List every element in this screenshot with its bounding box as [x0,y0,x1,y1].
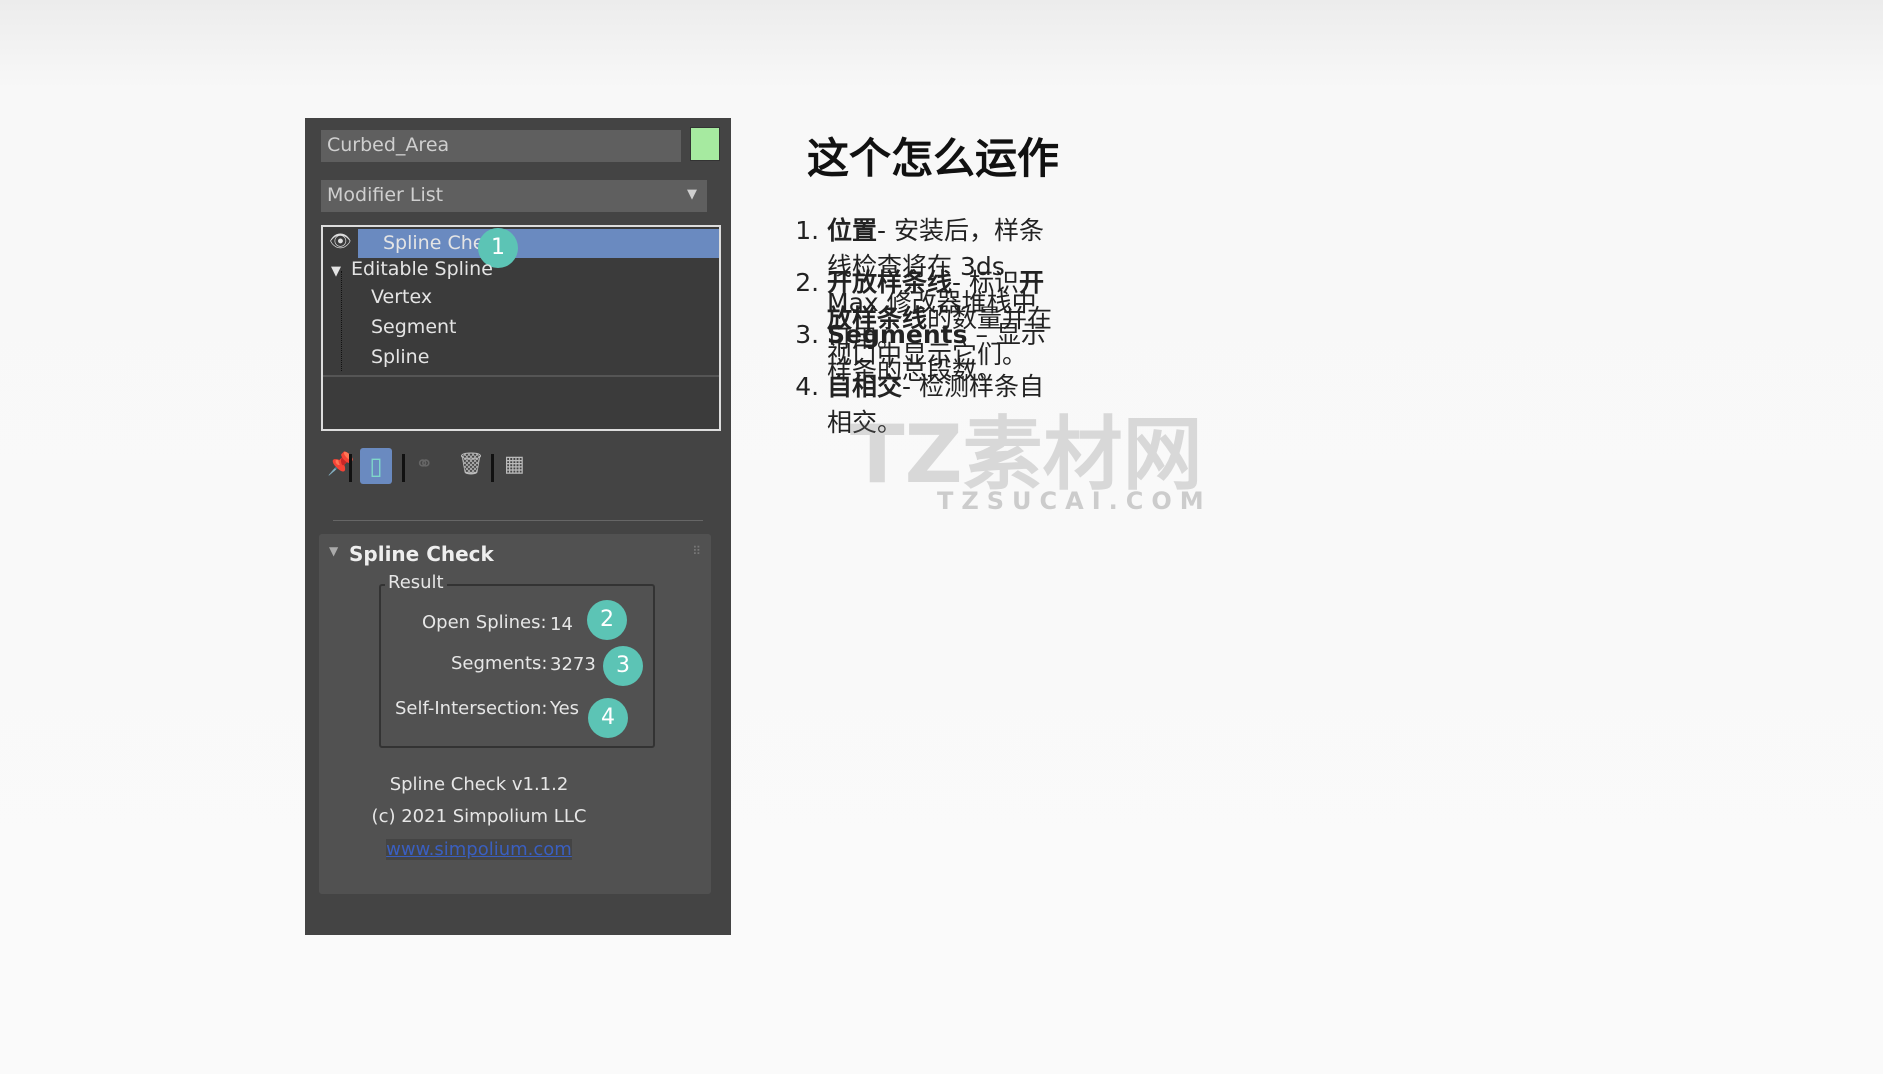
separator [491,454,494,482]
trash-icon[interactable]: 🗑 [457,452,485,477]
list-item: 位置- 安装后，样条线检查将在 3ds Max 修改器堆栈中可用。 [827,211,1059,353]
modifier-stack: 👁 Spline Check 1 ▼ Editable Spline Vertex… [321,225,721,431]
object-name-input[interactable]: Curbed_Area [321,130,681,162]
collapse-triangle-icon[interactable]: ▼ [329,544,338,558]
callout-badge: 4 [588,698,628,738]
divider [323,375,719,377]
drag-handle-icon[interactable]: ⠿ [692,544,701,558]
tree-lines [341,271,354,371]
callout-badge: 3 [603,646,643,686]
website-link[interactable]: www.simpolium.com [386,839,572,860]
stack-toolbar: 📌 ▯ ⚭ 🗑 ▦ [321,448,721,488]
configure-modifier-sets-icon[interactable]: ▦ [504,452,525,477]
segments-value: 3273 [550,654,596,675]
feature-list: 位置- 安装后，样条线检查将在 3ds Max 修改器堆栈中可用。 开放样条线-… [777,211,1059,437]
list-item: 开放样条线- 标识开放样条线的数量并在视口中显示它们。 [827,263,1059,369]
eye-icon[interactable]: 👁 [329,231,352,252]
self-intersection-label: Self-Intersection: [395,698,548,719]
stack-item-vertex[interactable]: Vertex [371,283,719,312]
item-text: - 标识 [952,268,1019,297]
copyright-text: (c) 2021 Simpolium LLC [371,806,587,827]
open-splines-label: Open Splines: [422,612,547,633]
callout-badge: 2 [587,600,627,640]
stack-item-label: Editable Spline [351,258,493,280]
separator [402,454,405,482]
separator [349,454,352,482]
how-it-works: 这个怎么运作 位置- 安装后，样条线检查将在 3ds Max 修改器堆栈中可用。… [807,125,1060,437]
open-splines-value: 14 [550,614,573,635]
modifier-list-label: Modifier List [327,184,444,206]
group-title: Result [385,572,447,593]
item-term: Segments [827,320,968,349]
object-color-swatch[interactable] [690,127,720,161]
expand-triangle-icon[interactable]: ▼ [323,264,341,279]
stack-item-editable-spline[interactable]: ▼ Editable Spline [323,255,719,284]
self-intersection-value: Yes [550,698,580,719]
segments-label: Segments: [451,653,548,674]
item-term: 开放样条线 [827,268,953,297]
stack-item-spline[interactable]: Spline [371,343,719,372]
stack-item-spline-check[interactable]: Spline Check [358,229,719,258]
item-term: 位置 [827,216,878,245]
make-unique-icon[interactable]: ⚭ [415,452,433,477]
page-title: 这个怎么运作 [807,134,1060,183]
show-end-result-icon[interactable]: ▯ [360,448,392,484]
spline-check-rollout: ▼ Spline Check ⠿ Result Open Splines: 14… [319,534,711,894]
watermark-url: TZSUCAI.COM [937,487,1212,515]
divider [333,520,703,521]
stack-item-segment[interactable]: Segment [371,313,719,342]
link-wrap: www.simpolium.com [319,839,639,860]
modifier-list-dropdown[interactable]: Modifier List ▼ [321,180,707,212]
version-text: Spline Check v1.1.2 [389,774,569,795]
chevron-down-icon: ▼ [687,187,697,202]
rollout-title[interactable]: Spline Check [349,542,494,566]
modify-panel: Curbed_Area Modifier List ▼ 👁 Spline Chec… [305,118,731,935]
